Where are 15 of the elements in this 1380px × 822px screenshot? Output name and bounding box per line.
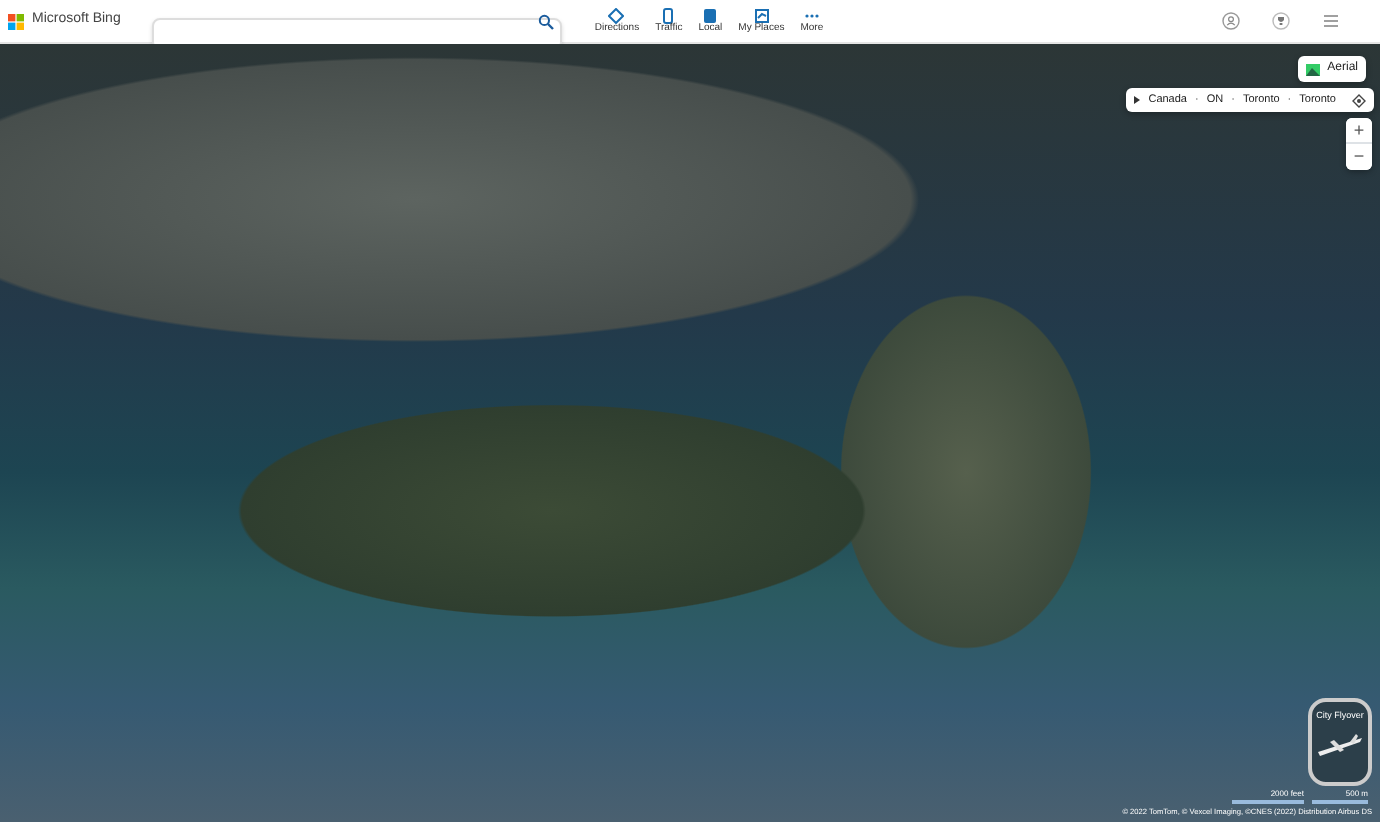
scale-bar xyxy=(1232,800,1304,804)
expand-caret-icon[interactable] xyxy=(1134,96,1141,104)
diamond-icon[interactable] xyxy=(608,8,625,24)
menu-icon[interactable] xyxy=(1322,12,1340,30)
logo-icon xyxy=(8,13,24,29)
trophy-icon[interactable] xyxy=(1272,12,1290,30)
search-icon[interactable] xyxy=(538,13,555,29)
account-icon[interactable] xyxy=(1222,12,1240,30)
airplane-icon xyxy=(1316,731,1364,760)
scale-bar xyxy=(1312,800,1368,804)
locate-icon[interactable] xyxy=(1352,93,1366,107)
zoom-in-button[interactable]: + xyxy=(1346,118,1372,144)
map-layers-icon xyxy=(1305,63,1320,75)
chart-icon[interactable] xyxy=(753,8,770,24)
zoom-out-button[interactable]: − xyxy=(1346,144,1372,170)
